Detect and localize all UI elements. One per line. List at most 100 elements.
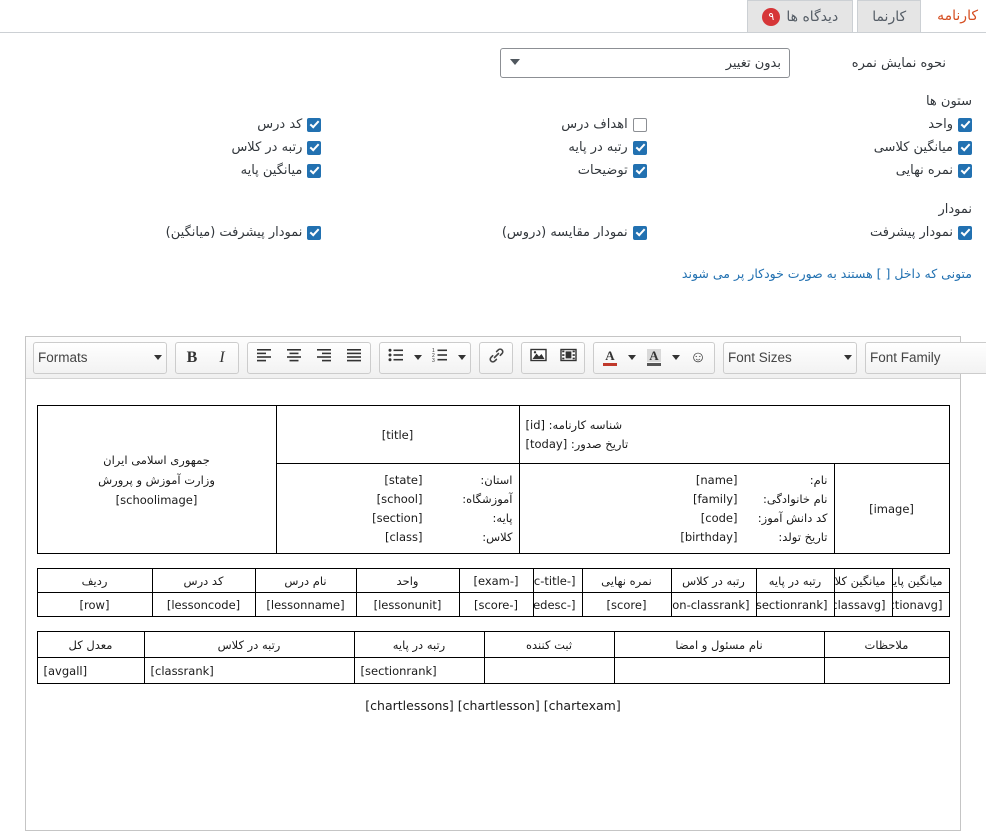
checkbox-class-average[interactable]: [958, 140, 972, 155]
toolbar-group-formats: Formats: [33, 341, 167, 374]
section-value: [section]: [372, 510, 423, 525]
checkbox-final-score[interactable]: [958, 163, 972, 178]
issue-date-value: [today]: [525, 436, 568, 451]
text-color-button[interactable]: A: [595, 343, 625, 373]
tab-karnameh[interactable]: کارنامه: [921, 0, 986, 32]
state-key: استان:: [480, 472, 513, 487]
checkbox-item-lesson-code[interactable]: کد درس: [0, 117, 322, 132]
toolbar-group-align: [247, 341, 371, 374]
formats-dropdown[interactable]: Formats: [35, 343, 165, 373]
text-color-dropdown[interactable]: [625, 343, 639, 373]
font-sizes-dropdown[interactable]: Font Sizes: [725, 343, 855, 373]
grades-value-cell: [lesson-sectionrank]: [755, 592, 835, 617]
school-info-cell: استان: [state] آموزشگاه: [school] پایه: …: [275, 463, 520, 554]
checkbox-rank-in-grade[interactable]: [632, 140, 647, 155]
checkbox-comparison-chart[interactable]: [632, 225, 647, 240]
formats-dropdown-label: Formats: [38, 350, 88, 365]
chevron-down-icon: [628, 355, 636, 360]
tab-comments[interactable]: دیدگاه ها ۹: [747, 0, 854, 32]
school-image-token: [schoolimage]: [115, 492, 198, 507]
checkbox-progress-average-chart[interactable]: [307, 225, 322, 240]
summary-header-cell: معدل کل: [36, 631, 145, 658]
checkbox-unit[interactable]: [958, 117, 972, 132]
score-display-select[interactable]: بدون تغییر: [500, 48, 790, 78]
bold-button[interactable]: B: [177, 343, 207, 373]
report-id-value: [id]: [525, 417, 546, 432]
numbered-list-dropdown[interactable]: [455, 343, 469, 373]
bullet-list-button[interactable]: [381, 343, 411, 373]
columns-section-title: ستون ها: [925, 94, 972, 109]
align-center-button[interactable]: [279, 343, 309, 373]
checkbox-rank-in-class[interactable]: [307, 140, 322, 155]
toolbar-group-textstyle: B I: [175, 341, 239, 374]
score-display-select-wrap: بدون تغییر: [500, 48, 790, 78]
checkbox-item-rank-in-class[interactable]: رتبه در کلاس: [0, 140, 322, 155]
checkbox-item-grade-average[interactable]: میانگین پایه: [0, 163, 322, 178]
comments-count-badge: ۹: [762, 7, 781, 26]
checkbox-grade-average[interactable]: [307, 163, 322, 178]
checkbox-lesson-goals[interactable]: [632, 117, 647, 132]
align-left-button[interactable]: [249, 343, 279, 373]
editor-content-area[interactable]: شناسه کارنامه: [id] تاریخ صدور: [today] …: [26, 379, 960, 830]
checkbox-item-unit[interactable]: واحد: [647, 117, 972, 132]
checkbox-item-comparison-chart[interactable]: نمودار مقایسه (دروس): [321, 225, 647, 240]
grades-header-cell: رتبه در کلاس: [670, 568, 757, 593]
checkbox-progress-chart[interactable]: [958, 225, 972, 240]
align-center-icon: [286, 348, 302, 367]
grades-table: میانگین پایه میانگین کلاسی رتبه در پایه …: [36, 568, 950, 617]
checkbox-unit-label: واحد: [928, 117, 953, 132]
font-sizes-label: Font Sizes: [728, 350, 792, 365]
grades-value-cell: [lesson-classavg]: [833, 592, 893, 617]
checkbox-item-final-score[interactable]: نمره نهایی: [647, 163, 972, 178]
chevron-down-icon: [414, 355, 422, 360]
emoticons-button[interactable]: ☺: [683, 343, 713, 373]
checkbox-rank-in-grade-label: رتبه در پایه: [568, 140, 628, 155]
report-id-line: شناسه کارنامه: [id]: [526, 416, 623, 435]
checkbox-lesson-code[interactable]: [307, 117, 322, 132]
grades-header-cell: نام درس: [254, 568, 357, 593]
italic-button[interactable]: I: [207, 343, 237, 373]
org-line-2: وزارت آموزش و پرورش: [98, 472, 215, 487]
charts-col-left: نمودار پیشرفت: [647, 225, 972, 248]
checkbox-item-class-average[interactable]: میانگین کلاسی: [647, 140, 972, 155]
checkbox-final-score-label: نمره نهایی: [895, 163, 953, 178]
text-color-icon: A: [603, 349, 617, 366]
align-right-button[interactable]: [309, 343, 339, 373]
grades-header-cell: رتبه در پایه: [755, 568, 835, 593]
summary-value-cell: [classrank]: [143, 657, 355, 684]
student-code-row: کد دانش آموز: [code]: [526, 509, 828, 528]
chevron-down-icon: [154, 355, 162, 360]
checkbox-descriptions[interactable]: [632, 163, 647, 178]
checkbox-lesson-goals-label: اهداف درس: [561, 117, 628, 132]
tab-list: کارنامه کارنما دیدگاه ها ۹: [743, 0, 986, 33]
insert-media-button[interactable]: [553, 343, 583, 373]
grades-value-cell: [lesson-sectionavg]: [891, 592, 950, 617]
class-value: [class]: [384, 529, 423, 544]
grades-value-cell: [row]: [36, 592, 153, 617]
insert-image-button[interactable]: [523, 343, 553, 373]
checkbox-item-descriptions[interactable]: توضیحات: [321, 163, 647, 178]
grades-header-cell: واحد: [355, 568, 460, 593]
numbered-list-button[interactable]: 1 2 3: [425, 343, 455, 373]
checkbox-item-rank-in-grade[interactable]: رتبه در پایه: [321, 140, 647, 155]
toolbar-group-color: A A ☺: [593, 341, 715, 374]
bullet-list-dropdown[interactable]: [411, 343, 425, 373]
checkbox-item-progress-average-chart[interactable]: نمودار پیشرفت (میانگین): [0, 225, 322, 240]
background-color-button[interactable]: A: [639, 343, 669, 373]
tab-karnama[interactable]: کارنما: [857, 0, 922, 32]
align-left-icon: [256, 348, 272, 367]
font-family-dropdown[interactable]: Font Family: [867, 343, 986, 373]
student-name-row: نام: [name]: [526, 471, 828, 490]
org-line-1: جمهوری اسلامی ایران: [103, 452, 210, 467]
grades-header-cell: [-exam]: [458, 568, 534, 593]
class-key: کلاس:: [482, 529, 513, 544]
background-color-dropdown[interactable]: [669, 343, 683, 373]
align-justify-button[interactable]: [339, 343, 369, 373]
insert-link-button[interactable]: [481, 343, 511, 373]
checkbox-item-progress-chart[interactable]: نمودار پیشرفت: [647, 225, 972, 240]
checkbox-item-lesson-goals[interactable]: اهداف درس: [321, 117, 647, 132]
student-image-cell: [image]: [833, 463, 950, 554]
charts-col-middle: نمودار مقایسه (دروس): [321, 225, 647, 248]
top-tab-bar: کارنامه کارنما دیدگاه ها ۹: [0, 0, 986, 33]
link-icon: [488, 347, 505, 368]
